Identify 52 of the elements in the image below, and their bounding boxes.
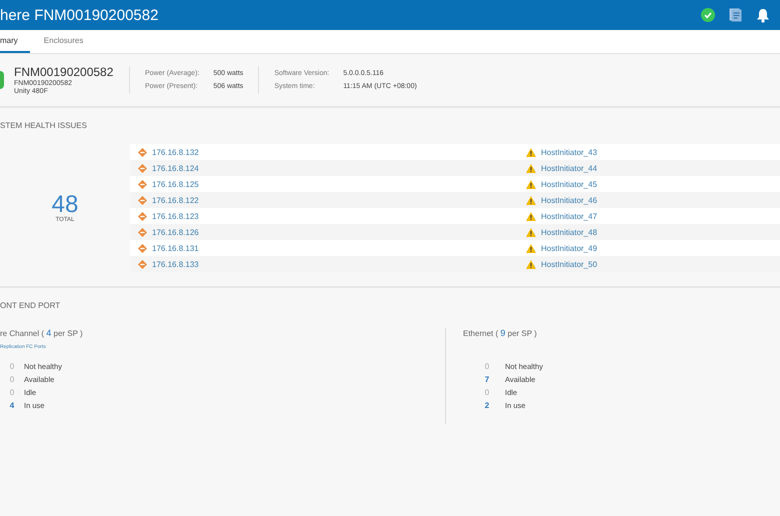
total-count: 48 [52,193,78,217]
warning-icon [526,196,536,204]
warning-icon [526,260,536,268]
port-count: 0 [8,375,16,384]
issue-link[interactable]: 176.16.8.124 [152,164,199,172]
issue-link[interactable]: HostInitiator_46 [541,196,598,204]
issue-link[interactable]: 176.16.8.125 [152,180,199,188]
issue-link[interactable]: 176.16.8.132 [152,148,199,156]
port-group-title: re Channel ( 4 per SP ) [0,328,84,338]
port-count: 4 [8,401,16,410]
port-group-title: Ethernet ( 9 per SP ) [463,328,538,338]
issue-link[interactable]: HostInitiator_47 [541,212,598,220]
check-circle-icon[interactable] [701,8,715,22]
issue-link[interactable]: HostInitiator_43 [541,148,598,156]
window-title: here FNM00190200582 [0,6,160,24]
port-count: 7 [484,375,490,384]
warning-icon [526,244,536,252]
diamond-icon [138,212,147,220]
issue-link[interactable]: 176.16.8.123 [152,212,199,220]
issue-link[interactable]: HostInitiator_45 [541,180,598,188]
port-count: 2 [484,401,490,410]
warning-icon [526,148,536,156]
diamond-icon [138,180,147,188]
diamond-icon [138,164,147,172]
warning-icon [526,212,536,220]
document-icon[interactable] [729,8,742,22]
issue-link[interactable]: HostInitiator_48 [541,228,598,236]
warning-icon [526,180,536,188]
issue-link[interactable]: HostInitiator_49 [541,244,598,252]
port-count: 0 [484,362,490,371]
issue-link[interactable]: 176.16.8.122 [152,196,199,204]
issue-link[interactable]: 176.16.8.126 [152,228,199,236]
system-name: FNM00190200582 [14,65,114,79]
warning-icon [526,164,536,172]
warning-icon [526,228,536,236]
tab[interactable]: Enclosures [44,30,96,53]
section-heading: STEM HEALTH ISSUES [0,120,88,130]
port-count: 0 [8,362,16,371]
tab[interactable]: mary [0,30,30,53]
diamond-icon [138,196,147,204]
issue-link[interactable]: 176.16.8.131 [152,244,199,252]
bell-icon[interactable] [756,8,770,22]
diamond-icon [138,244,147,252]
diamond-icon [138,148,147,156]
diamond-icon [138,228,147,236]
port-count: 0 [484,388,490,397]
issue-link[interactable]: 176.16.8.133 [152,260,199,268]
port-count: 0 [8,388,16,397]
issue-link[interactable]: HostInitiator_44 [541,164,598,172]
section-heading: ONT END PORT [0,300,62,310]
diamond-icon [138,260,147,268]
issue-link[interactable]: HostInitiator_50 [541,260,598,268]
